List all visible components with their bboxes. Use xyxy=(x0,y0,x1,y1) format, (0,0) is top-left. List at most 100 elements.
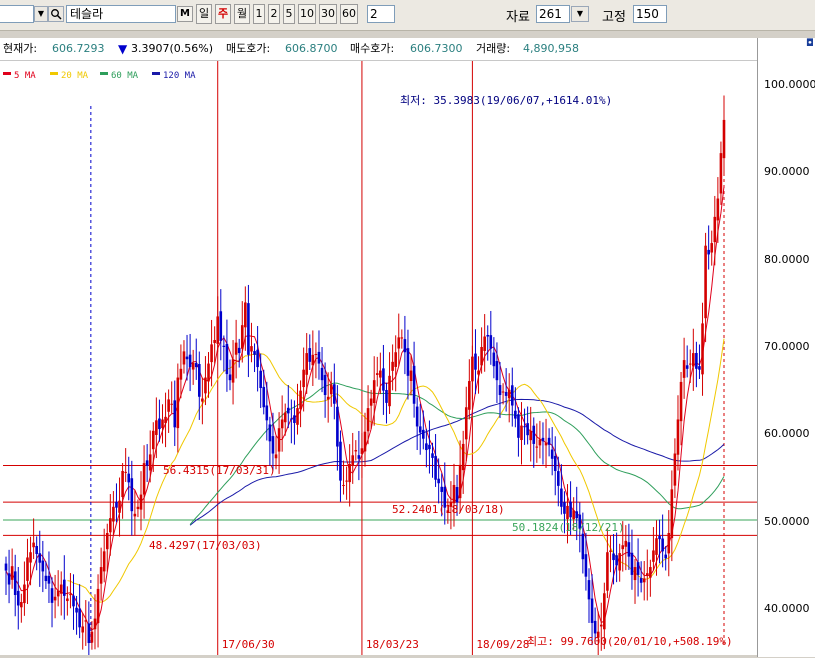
candle-body xyxy=(188,354,192,368)
candle-body xyxy=(161,419,164,429)
candle-body xyxy=(16,590,20,606)
candle-body xyxy=(250,346,253,352)
data-label: 자료 xyxy=(506,10,530,25)
code-combo[interactable] xyxy=(0,5,34,23)
candle-body xyxy=(618,553,621,571)
candle-body xyxy=(274,454,278,459)
period-input[interactable]: 2 xyxy=(367,5,395,23)
candle-body xyxy=(115,501,118,508)
candle-body xyxy=(538,439,542,446)
candle-body xyxy=(437,478,440,484)
period-button-2[interactable]: 월 xyxy=(234,4,250,24)
candle-body xyxy=(501,391,505,393)
period-button-1[interactable]: 주 xyxy=(215,4,231,24)
candle-body xyxy=(667,533,671,554)
candle-body xyxy=(685,365,689,369)
candle-body xyxy=(425,443,428,451)
current-price-value: 606.7293 xyxy=(52,42,105,55)
y-tick-label: 60.0000 xyxy=(764,427,810,441)
candle-body xyxy=(523,426,526,428)
candle-body xyxy=(489,335,493,349)
candle-body xyxy=(587,580,591,600)
candle-body xyxy=(504,391,508,396)
candle-body xyxy=(655,538,658,555)
candle-body xyxy=(225,343,229,375)
chevron-down-icon[interactable]: ▼ xyxy=(571,6,589,22)
candle-body xyxy=(182,351,186,365)
legend-item: 60 MA xyxy=(111,71,139,81)
candle-body xyxy=(296,408,299,425)
period-button-5[interactable]: 5 xyxy=(283,4,295,24)
legend-swatch xyxy=(3,72,11,75)
candle-body xyxy=(167,399,170,412)
legend-item: 5 MA xyxy=(14,71,36,81)
candle-body xyxy=(486,334,490,337)
candle-body xyxy=(158,418,161,430)
candle-body xyxy=(363,431,367,452)
candle-body xyxy=(102,551,106,572)
candle-body xyxy=(23,584,26,604)
candle-body xyxy=(191,362,195,370)
period-button-3[interactable]: 1 xyxy=(253,4,265,24)
candle-body xyxy=(658,536,661,540)
candle-body xyxy=(483,336,486,351)
low-annotation: 최저: 35.3983(19/06/07,+1614.01%) xyxy=(400,94,612,107)
candle-body xyxy=(575,511,579,519)
period-button-7[interactable]: 30 xyxy=(319,4,337,24)
stock-name-field[interactable]: 테슬라 xyxy=(66,5,176,23)
candle-body xyxy=(633,567,637,581)
candle-body xyxy=(93,618,97,630)
candle-body xyxy=(47,575,51,584)
candle-body xyxy=(645,573,649,577)
candle-body xyxy=(81,626,85,633)
candle-body xyxy=(139,494,143,510)
candle-body xyxy=(207,363,210,382)
y-tick-label: 40.0000 xyxy=(764,601,810,615)
candle-body xyxy=(664,554,668,559)
date-marker-label: 18/09/28 xyxy=(476,638,529,651)
candle-body xyxy=(109,518,112,533)
candle-body xyxy=(293,415,296,423)
candle-body xyxy=(308,348,312,362)
candle-body xyxy=(216,316,220,344)
period-button-0[interactable]: 일 xyxy=(196,4,212,24)
price-chart[interactable]: 5 MA 20 MA 60 MA 120 MA 17/06/30 18/03/23 18/0… xyxy=(0,61,757,658)
volume-label: 거래량: xyxy=(476,42,511,55)
candle-body xyxy=(369,398,373,406)
candle-body xyxy=(305,353,309,375)
candle-body xyxy=(345,480,348,482)
m-button[interactable]: M xyxy=(177,6,193,22)
candle-body xyxy=(357,455,361,459)
period-button-6[interactable]: 10 xyxy=(298,4,316,24)
chevron-down-icon[interactable]: ▼ xyxy=(34,6,48,22)
candle-body xyxy=(256,349,259,368)
y-tick-label: 100.0000 xyxy=(764,78,815,91)
candle-body xyxy=(127,473,131,483)
candle-body xyxy=(339,441,342,481)
period-button-4[interactable]: 2 xyxy=(268,4,280,24)
candle-body xyxy=(35,545,38,554)
candle-body xyxy=(130,478,134,512)
candle-body xyxy=(652,550,655,562)
search-icon[interactable] xyxy=(48,6,64,22)
candle-body xyxy=(148,454,152,471)
candle-body xyxy=(517,414,520,438)
candle-body xyxy=(283,412,287,423)
y-tick-label: 80.0000 xyxy=(764,252,810,266)
candle-body xyxy=(415,406,419,427)
candle-body xyxy=(719,153,723,194)
candle-body xyxy=(112,506,115,522)
settings-icon[interactable]: ◘ xyxy=(806,38,814,49)
fixed-count-field[interactable]: 150 xyxy=(633,5,667,23)
fixed-label: 고정 xyxy=(602,10,626,25)
candle-body xyxy=(510,385,514,406)
candle-body xyxy=(418,426,422,433)
candle-body xyxy=(20,601,23,608)
candle-body xyxy=(299,390,302,410)
candle-body xyxy=(240,325,244,349)
period-button-8[interactable]: 60 xyxy=(340,4,358,24)
candle-body xyxy=(155,420,158,435)
data-count-field[interactable]: 261 xyxy=(536,5,570,23)
candle-body xyxy=(354,450,358,452)
legend-item: 20 MA xyxy=(61,71,89,81)
